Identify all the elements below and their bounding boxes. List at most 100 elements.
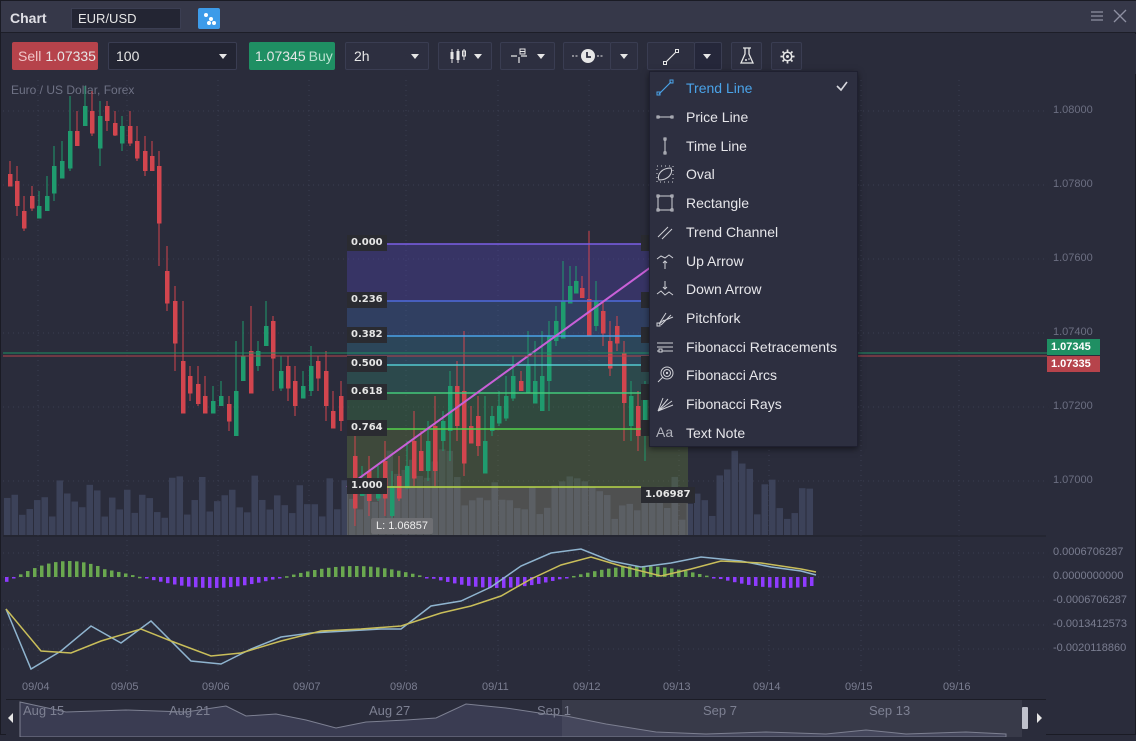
candle-body [293,381,298,406]
macd-histogram-bar [33,568,37,577]
macd-histogram-bar [306,571,310,577]
navigator-scroll-right[interactable] [1031,699,1049,736]
macd-histogram-bar [600,569,604,577]
menu-item-fibonacci-arcs[interactable]: Fibonacci Arcs [650,360,859,388]
macd-axis-label: 0.0006706287 [1053,546,1124,558]
candle-body [331,411,336,429]
volume-bar [296,485,303,535]
candle [331,391,336,429]
macd-histogram-bar [89,563,93,577]
macd-histogram-bar [264,577,268,582]
hamburger-icon[interactable] [1090,9,1106,25]
candle-body [8,174,13,187]
candle-body [75,131,80,146]
macd-histogram-bar [586,572,590,577]
macd-axis-label: -0.0006706287 [1053,594,1128,606]
sell-button[interactable]: Sell 1.07335 [12,42,98,70]
crosshair-button[interactable] [500,42,555,70]
candle-body [324,371,329,406]
volume-bar [754,514,761,535]
volume-bar [221,495,228,535]
candle-body [37,206,42,219]
menu-item-trend-line[interactable]: Trend Line [650,73,859,101]
volume-bar [289,513,296,535]
macd-histogram-bar [208,577,212,588]
chart-type-button[interactable] [438,42,492,70]
macd-histogram-bar [26,571,30,577]
macd-histogram-bar [278,577,282,579]
macd-histogram-bar [698,573,702,577]
menu-item-text-note[interactable]: Aa Text Note [650,418,859,446]
menu-item-price-line[interactable]: Price Line [650,102,859,130]
menu-item-fibonacci-rays[interactable]: Fibonacci Rays [650,389,859,417]
candle [241,321,246,381]
chevron-down-icon [474,54,482,59]
volume-bar [776,508,783,535]
fibonacci-level-label: 0.000 [347,235,387,251]
menu-item-time-line[interactable]: Time Line [650,131,859,159]
volume-bar [139,494,146,535]
price-axis-label: 1.07200 [1053,400,1093,412]
candle-body [580,288,585,298]
macd-histogram-bar [152,577,156,581]
candle-body [135,141,140,159]
candle-body [511,376,516,399]
macd-axis-label: 0.0000000000 [1053,570,1124,582]
macd-histogram-bar [5,577,9,582]
settings-button[interactable] [771,42,802,70]
navigator-scroll-left[interactable] [1,699,19,736]
date-axis-label: 09/15 [845,681,873,693]
chevron-down-icon [219,54,227,59]
price-chart[interactable] [1,75,1136,699]
quantity-select[interactable]: 100 [108,42,237,70]
macd-histogram-bar [243,577,247,586]
candle-body [419,451,424,471]
time-scale-dropdown[interactable] [610,42,638,70]
timeframe-select[interactable]: 2h [345,42,429,70]
candle-body [636,406,641,436]
volume-bar [761,484,768,535]
date-axis-label: 09/08 [390,681,418,693]
menu-item-down-arrow[interactable]: Down Arrow [650,274,859,302]
volume-bar [26,509,33,535]
menu-item-up-arrow[interactable]: Up Arrow [650,246,859,274]
link-button[interactable] [198,8,220,29]
macd-histogram-bar [796,577,800,588]
menu-item-pitchfork[interactable]: Pitchfork [650,303,859,331]
volume-bar [244,512,251,535]
time-scale-button[interactable] [563,42,611,70]
candlestick-icon [450,49,466,63]
buy-button[interactable]: 1.07345 Buy [249,42,335,70]
drawing-tool-button[interactable] [647,42,695,70]
candle [286,356,291,401]
menu-item-oval[interactable]: Oval [650,159,859,187]
candle [15,166,20,216]
drawing-tool-dropdown[interactable] [694,42,722,70]
menu-item-rectangle[interactable]: Rectangle [650,188,859,216]
macd-histogram-bar [348,566,352,577]
time-line-icon [663,137,667,155]
candle [249,306,254,394]
menu-item-trend-channel[interactable]: Trend Channel [650,217,859,245]
macd-histogram-bar [257,577,261,583]
price-axis-label: 1.07600 [1053,252,1093,264]
macd-histogram-bar [313,570,317,577]
close-icon[interactable] [1113,9,1129,25]
menu-item-label: Fibonacci Retracements [686,339,837,355]
candle-body [390,486,395,516]
candle [30,186,35,211]
symbol-input[interactable] [71,8,181,29]
macd-histogram-bar [775,577,779,588]
macd-histogram-bar [467,577,471,586]
candle [316,356,321,391]
menu-item-fibonacci-retracements[interactable]: Fibonacci Retracements [650,332,859,360]
indicators-button[interactable] [731,42,762,70]
navigator-handle-right[interactable] [1022,707,1028,729]
volume-bar [34,500,41,535]
macd-histogram-bar [621,566,625,577]
candle-body [622,353,627,403]
macd-histogram-bar [355,566,359,577]
candle [264,301,269,346]
price-axis-label: 1.07000 [1053,474,1093,486]
candle-body [196,384,201,404]
